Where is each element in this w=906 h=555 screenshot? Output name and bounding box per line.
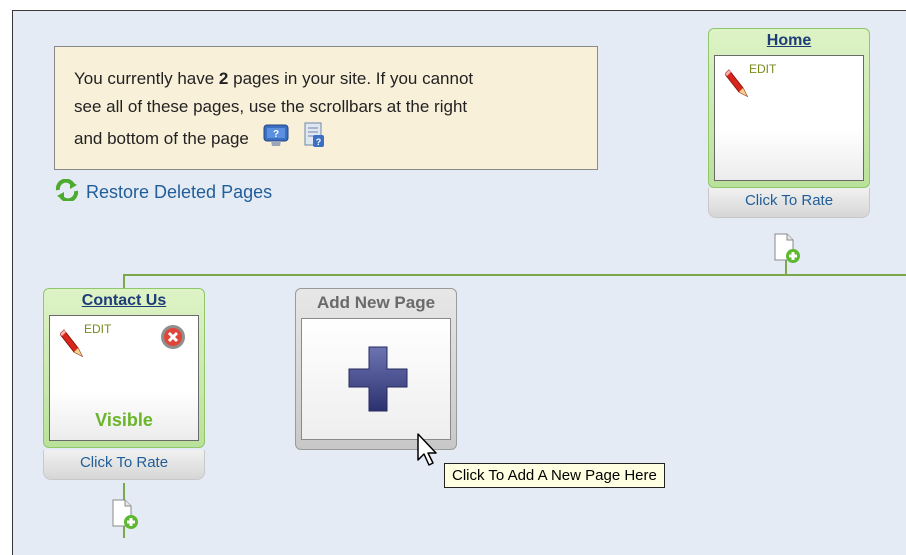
- add-page-icon[interactable]: [772, 232, 800, 269]
- edit-label[interactable]: EDIT: [84, 322, 111, 336]
- add-new-page-title: Add New Page: [316, 293, 436, 312]
- page-card-frame: Contact Us EDIT Visible: [43, 288, 205, 448]
- page-title-contact-us[interactable]: Contact Us: [44, 292, 204, 310]
- pencil-icon[interactable]: [724, 66, 751, 103]
- page-card-contact-us[interactable]: Contact Us EDIT Visible Click To Rate: [43, 288, 205, 480]
- delete-icon[interactable]: [160, 324, 186, 355]
- info-line1-post: pages in your site. If you cannot: [228, 69, 474, 88]
- info-line3: and bottom of the page: [74, 128, 249, 148]
- page-preview: EDIT: [714, 55, 864, 181]
- restore-label: Restore Deleted Pages: [86, 182, 273, 202]
- plus-icon: [347, 345, 409, 418]
- tooltip: Click To Add A New Page Here: [444, 463, 665, 488]
- mouse-cursor-icon: [416, 432, 438, 473]
- click-to-rate-contact-us[interactable]: Click To Rate: [43, 450, 205, 480]
- help-icon[interactable]: ?: [262, 122, 290, 157]
- info-line2: see all of these pages, use the scrollba…: [74, 97, 468, 116]
- svg-text:?: ?: [273, 129, 279, 140]
- add-page-icon[interactable]: [110, 498, 138, 535]
- add-new-page-preview: [301, 318, 451, 440]
- click-to-rate-home[interactable]: Click To Rate: [708, 188, 870, 218]
- restore-deleted-pages-link[interactable]: Restore Deleted Pages: [54, 178, 273, 206]
- pencil-icon[interactable]: [59, 326, 86, 363]
- svg-text:?: ?: [316, 137, 322, 147]
- page-card-frame: Home EDIT: [708, 28, 870, 188]
- connector-contact-up: [123, 274, 125, 289]
- page-count-info: You currently have 2 pages in your site.…: [54, 46, 598, 170]
- page-status-visible: Visible: [95, 410, 153, 430]
- page-card-home[interactable]: Home EDIT Click To Rate: [708, 28, 870, 218]
- info-line1-pre: You currently have: [74, 69, 219, 88]
- connector-horizontal: [123, 274, 906, 276]
- page-count: 2: [218, 69, 229, 88]
- page-preview: EDIT Visible: [49, 315, 199, 441]
- document-help-icon[interactable]: ?: [302, 121, 326, 158]
- edit-label[interactable]: EDIT: [749, 62, 776, 76]
- add-new-page-button[interactable]: Add New Page: [295, 288, 457, 450]
- page-title-home[interactable]: Home: [709, 32, 869, 50]
- restore-icon: [54, 178, 80, 206]
